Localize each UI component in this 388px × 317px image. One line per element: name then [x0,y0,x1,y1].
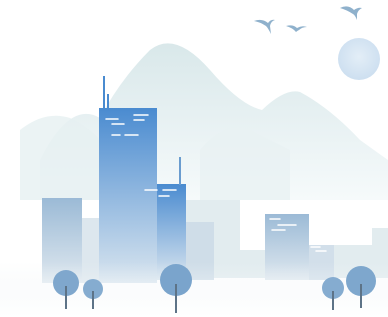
bird-icon [286,25,307,32]
sun-icon [338,38,380,80]
bird-icon [340,6,362,21]
mountains [20,43,388,201]
bird-icons [254,6,362,34]
city-skyline-illustration [0,6,388,317]
bird-icon [254,19,275,34]
city-illustration [0,0,388,317]
